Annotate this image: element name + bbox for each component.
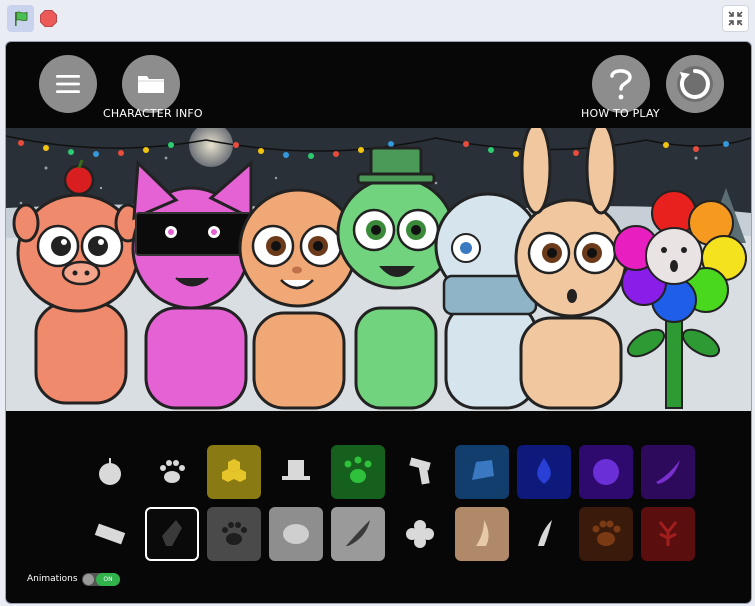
water-drop-icon bbox=[537, 458, 551, 484]
white-claw-icon bbox=[538, 520, 552, 546]
scene-illustration bbox=[6, 128, 751, 411]
exit-fullscreen-icon bbox=[728, 11, 743, 26]
bear-paw-icon bbox=[592, 520, 621, 546]
green-flag-icon bbox=[14, 11, 27, 26]
toggle-knob bbox=[83, 574, 94, 585]
scarf-icon bbox=[409, 457, 431, 485]
restart-icon bbox=[677, 66, 713, 102]
flower-icon bbox=[406, 520, 434, 548]
character-info-button[interactable] bbox=[122, 55, 180, 113]
paw-print-icon bbox=[160, 460, 185, 483]
inventory-item-bear-paw[interactable] bbox=[579, 507, 633, 561]
top-hat-icon bbox=[282, 460, 310, 480]
question-mark-icon bbox=[610, 69, 632, 100]
restart-button[interactable] bbox=[666, 55, 724, 113]
frog-print-icon bbox=[344, 456, 372, 483]
honeycomb-icon bbox=[222, 459, 246, 482]
blue-stone-icon bbox=[472, 460, 494, 480]
inventory-item-feather[interactable] bbox=[331, 507, 385, 561]
player-toolbar bbox=[0, 0, 755, 38]
inventory-item-water-drop[interactable] bbox=[517, 445, 571, 499]
inventory-item-top-hat[interactable] bbox=[269, 445, 323, 499]
inventory-item-honeycomb[interactable] bbox=[207, 445, 261, 499]
stop-sign-icon bbox=[40, 10, 57, 27]
inventory-item-paw-print[interactable] bbox=[145, 445, 199, 499]
hamburger-menu-icon bbox=[56, 75, 80, 93]
inventory-item-scarf[interactable] bbox=[393, 445, 447, 499]
inventory-item-blue-stone[interactable] bbox=[455, 445, 509, 499]
inventory-item-gray-paw[interactable] bbox=[207, 507, 261, 561]
inventory-item-gray-stone[interactable] bbox=[269, 507, 323, 561]
antler-icon bbox=[658, 521, 678, 546]
inventory-item-crystal[interactable] bbox=[145, 507, 199, 561]
menu-button[interactable] bbox=[39, 55, 97, 113]
gray-stone-icon bbox=[283, 524, 309, 544]
inventory-item-apple[interactable] bbox=[83, 445, 137, 499]
animations-label: Animations bbox=[27, 574, 78, 584]
folder-icon bbox=[138, 76, 164, 93]
stop-button[interactable] bbox=[40, 10, 57, 27]
pink-cat-character bbox=[131, 159, 255, 410]
how-to-play-button[interactable] bbox=[592, 55, 650, 113]
eraser-icon bbox=[94, 523, 126, 545]
toggle-state: ON bbox=[96, 573, 120, 586]
inventory-item-white-claw[interactable] bbox=[517, 507, 571, 561]
inventory-item-purple-horn[interactable] bbox=[641, 445, 695, 499]
apple-icon bbox=[99, 458, 121, 485]
inventory-item-frog-print[interactable] bbox=[331, 445, 385, 499]
inventory-item-antler[interactable] bbox=[641, 507, 695, 561]
feather-icon bbox=[346, 520, 370, 546]
inventory-item-eraser[interactable] bbox=[83, 507, 137, 561]
inventory-item-tan-horn[interactable] bbox=[455, 507, 509, 561]
character-lineup-scene bbox=[6, 128, 751, 411]
animations-toggle[interactable]: ON bbox=[82, 573, 120, 586]
inventory-item-purple-swirl[interactable] bbox=[579, 445, 633, 499]
exit-fullscreen-button[interactable] bbox=[722, 5, 749, 32]
crystal-icon bbox=[162, 520, 182, 546]
purple-horn-icon bbox=[656, 460, 680, 484]
gray-paw-icon bbox=[222, 522, 247, 545]
purple-swirl-icon bbox=[593, 459, 619, 485]
character-info-label[interactable]: CHARACTER INFO bbox=[103, 107, 203, 120]
inventory-item-flower[interactable] bbox=[393, 507, 447, 561]
tan-horn-icon bbox=[476, 520, 489, 546]
game-stage[interactable]: CHARACTER INFO HOW TO PLAY Animations ON bbox=[5, 41, 752, 604]
how-to-play-label[interactable]: HOW TO PLAY bbox=[581, 107, 660, 120]
green-flag-button[interactable] bbox=[7, 5, 34, 32]
